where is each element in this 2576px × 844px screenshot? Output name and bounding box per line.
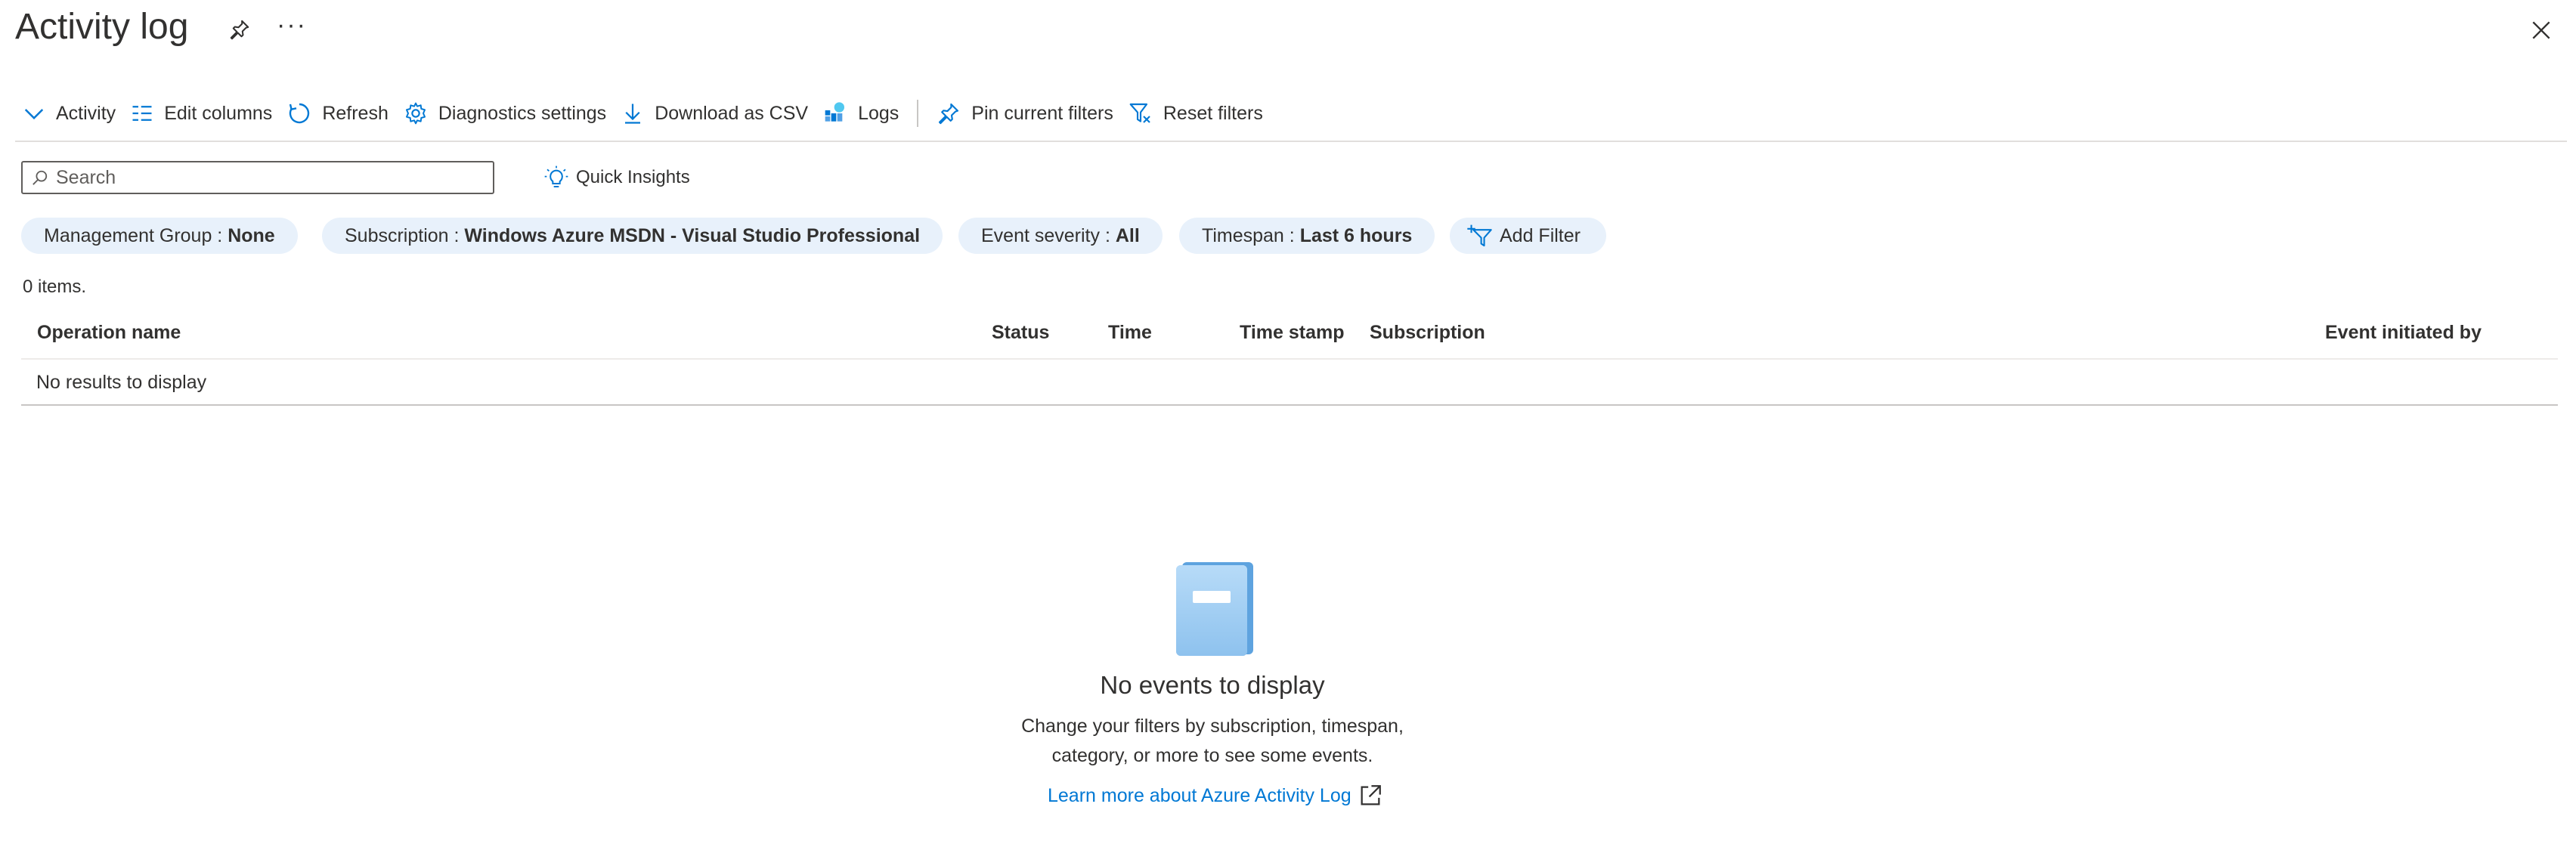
- activity-label: Activity: [56, 102, 116, 124]
- reset-filters-button[interactable]: Reset filters: [1121, 89, 1271, 138]
- toolbar-divider: [917, 100, 919, 127]
- pin-icon[interactable]: [228, 18, 251, 41]
- toolbar-divider-line: [15, 141, 2567, 142]
- table-empty-row: No results to display: [36, 372, 207, 393]
- filter-label: Subscription :: [345, 224, 465, 246]
- pin-filters-label: Pin current filters: [971, 102, 1113, 124]
- search-icon: [33, 170, 48, 185]
- timespan-filter[interactable]: Timespan : Last 6 hours: [1179, 218, 1435, 254]
- book-icon: [1176, 562, 1253, 656]
- chevron-down-icon: [24, 109, 44, 120]
- external-link-icon: [1361, 785, 1381, 805]
- command-bar: Activity Edit columns Refresh Diagnostic…: [15, 89, 1271, 138]
- refresh-icon: [289, 103, 310, 124]
- filter-value: None: [228, 224, 275, 246]
- lightbulb-icon: [544, 165, 568, 187]
- download-csv-label: Download as CSV: [655, 102, 809, 124]
- search-box[interactable]: [21, 161, 494, 194]
- diagnostics-label: Diagnostics settings: [438, 102, 607, 124]
- logs-icon: [825, 102, 845, 122]
- column-header-subscription[interactable]: Subscription: [1370, 322, 1485, 344]
- filter-reset-icon: [1129, 103, 1150, 123]
- close-icon[interactable]: [2529, 18, 2553, 42]
- more-options-button[interactable]: ···: [277, 11, 307, 40]
- add-filter-label: Add Filter: [1500, 224, 1581, 246]
- refresh-button[interactable]: Refresh: [280, 89, 396, 138]
- refresh-label: Refresh: [322, 102, 389, 124]
- logs-label: Logs: [858, 102, 899, 124]
- filter-label: Management Group :: [44, 224, 228, 246]
- items-count: 0 items.: [23, 277, 87, 297]
- pin-icon: [939, 103, 959, 125]
- table-row-divider: [21, 404, 2558, 406]
- column-header-time-stamp[interactable]: Time stamp: [1240, 322, 1344, 344]
- filter-label: Event severity :: [981, 224, 1116, 246]
- column-header-status[interactable]: Status: [992, 322, 1049, 344]
- subscription-filter[interactable]: Subscription : Windows Azure MSDN - Visu…: [322, 218, 943, 254]
- activity-button[interactable]: Activity: [15, 89, 123, 138]
- filter-value: Last 6 hours: [1299, 224, 1413, 246]
- learn-more-label: Learn more about Azure Activity Log: [1048, 784, 1351, 806]
- column-header-operation-name[interactable]: Operation name: [37, 322, 181, 344]
- download-csv-button[interactable]: Download as CSV: [614, 89, 816, 138]
- pin-current-filters-button[interactable]: Pin current filters: [929, 89, 1121, 138]
- download-icon: [625, 104, 641, 124]
- table-header-divider: [21, 358, 2558, 360]
- quick-insights-button[interactable]: Quick Insights: [544, 162, 690, 193]
- filter-value: All: [1115, 224, 1140, 246]
- columns-icon: [132, 106, 152, 121]
- filter-value: Windows Azure MSDN - Visual Studio Profe…: [464, 224, 921, 246]
- add-filter-icon: [1467, 224, 1492, 247]
- management-group-filter[interactable]: Management Group : None: [21, 218, 298, 254]
- empty-state-line: category, or more to see some events.: [1051, 745, 1373, 766]
- edit-columns-button[interactable]: Edit columns: [123, 89, 280, 138]
- logs-button[interactable]: Logs: [816, 89, 906, 138]
- diagnostics-settings-button[interactable]: Diagnostics settings: [396, 89, 614, 138]
- quick-insights-label: Quick Insights: [576, 167, 690, 187]
- edit-columns-label: Edit columns: [164, 102, 273, 124]
- column-header-time[interactable]: Time: [1108, 322, 1152, 344]
- column-header-event-initiated-by[interactable]: Event initiated by: [2325, 322, 2482, 344]
- empty-state-line: Change your filters by subscription, tim…: [1021, 716, 1404, 737]
- page-title: Activity log: [15, 7, 189, 47]
- empty-state-description: Change your filters by subscription, tim…: [986, 712, 1439, 771]
- learn-more-link[interactable]: Learn more about Azure Activity Log: [1048, 783, 1383, 808]
- search-input[interactable]: [56, 166, 479, 189]
- filter-label: Timespan :: [1202, 224, 1300, 246]
- add-filter-button[interactable]: Add Filter: [1450, 218, 1606, 254]
- event-severity-filter[interactable]: Event severity : All: [958, 218, 1163, 254]
- gear-icon: [405, 102, 426, 125]
- reset-filters-label: Reset filters: [1163, 102, 1263, 124]
- empty-state-title: No events to display: [1100, 671, 1325, 699]
